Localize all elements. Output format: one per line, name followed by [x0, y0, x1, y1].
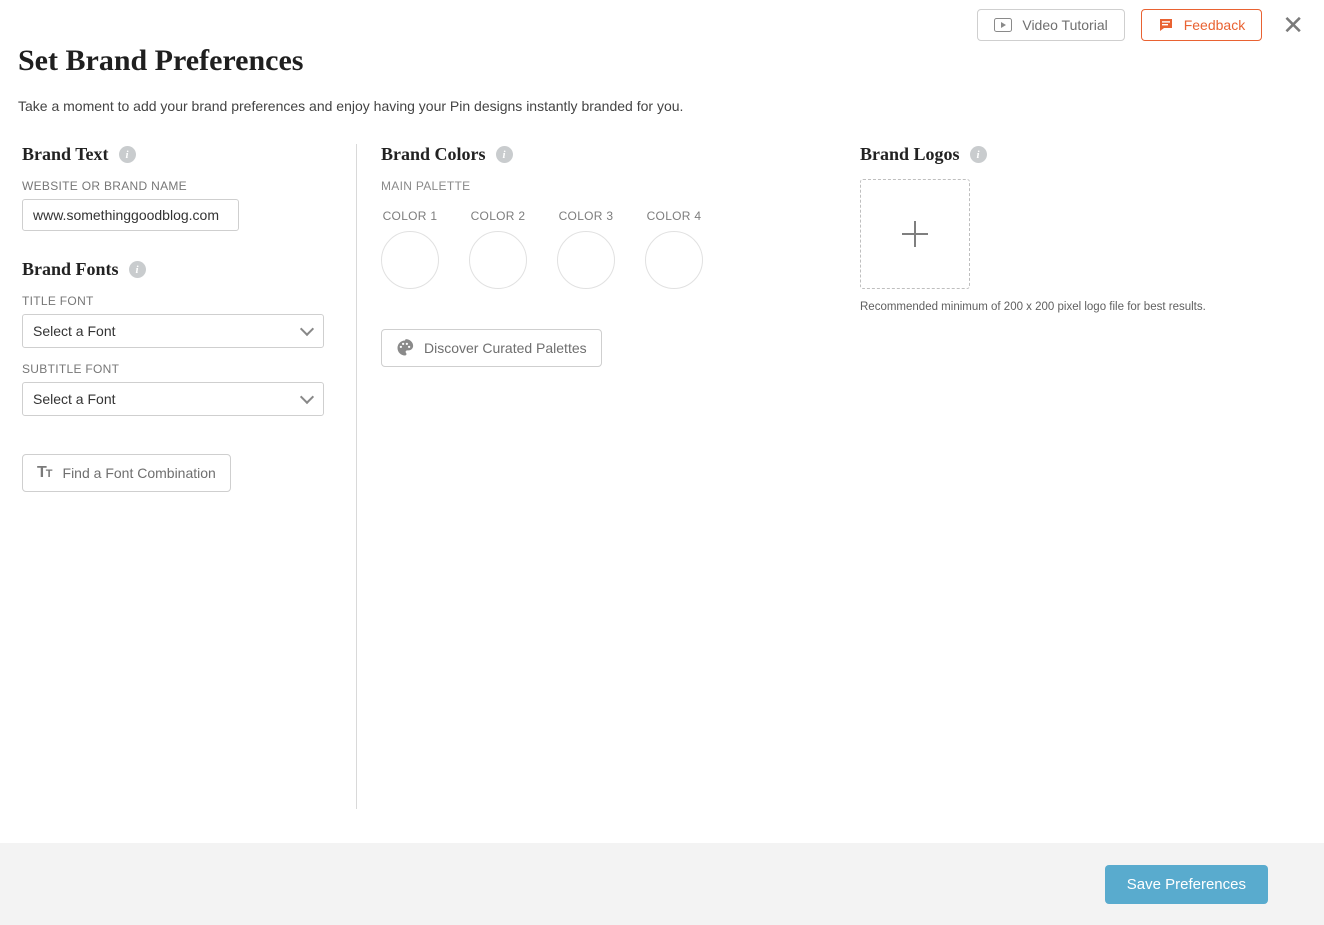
- feedback-button[interactable]: Feedback: [1141, 9, 1262, 41]
- color-swatch-2[interactable]: [469, 231, 527, 289]
- find-font-combination-label: Find a Font Combination: [63, 465, 216, 481]
- discover-palettes-button[interactable]: Discover Curated Palettes: [381, 329, 602, 367]
- brand-colors-heading: Brand Colors: [381, 144, 486, 165]
- page-subtitle: Take a moment to add your brand preferen…: [18, 98, 1324, 114]
- video-tutorial-label: Video Tutorial: [1022, 17, 1107, 33]
- color-swatch-1[interactable]: [381, 231, 439, 289]
- color-swatch-4[interactable]: [645, 231, 703, 289]
- chat-icon: [1158, 17, 1174, 33]
- color-swatch-label: COLOR 4: [647, 209, 702, 223]
- title-font-label: TITLE FONT: [22, 294, 326, 308]
- title-font-select[interactable]: [22, 314, 324, 348]
- play-screen-icon: [994, 18, 1012, 32]
- brand-text-column: Brand Text i WEBSITE OR BRAND NAME Brand…: [22, 144, 356, 809]
- logo-upload-dropzone[interactable]: [860, 179, 970, 289]
- brand-fonts-heading: Brand Fonts: [22, 259, 119, 280]
- brand-logos-column: Brand Logos i Recommended minimum of 200…: [840, 144, 1302, 809]
- save-preferences-button[interactable]: Save Preferences: [1105, 865, 1268, 904]
- find-font-combination-button[interactable]: TT Find a Font Combination: [22, 454, 231, 492]
- subtitle-font-select[interactable]: [22, 382, 324, 416]
- brand-colors-column: Brand Colors i MAIN PALETTE COLOR 1 COLO…: [356, 144, 840, 809]
- close-icon[interactable]: ✕: [1278, 12, 1308, 38]
- video-tutorial-button[interactable]: Video Tutorial: [977, 9, 1124, 41]
- color-swatch-label: COLOR 3: [559, 209, 614, 223]
- info-icon[interactable]: i: [496, 146, 513, 163]
- page-title: Set Brand Preferences: [18, 44, 1324, 78]
- logo-hint: Recommended minimum of 200 x 200 pixel l…: [860, 299, 1272, 315]
- feedback-label: Feedback: [1184, 17, 1245, 33]
- website-label: WEBSITE OR BRAND NAME: [22, 179, 326, 193]
- brand-logos-heading: Brand Logos: [860, 144, 960, 165]
- subtitle-font-label: SUBTITLE FONT: [22, 362, 326, 376]
- main-palette-label: MAIN PALETTE: [381, 179, 810, 193]
- footer: Save Preferences: [0, 843, 1324, 925]
- color-swatch-label: COLOR 2: [471, 209, 526, 223]
- color-swatch-3[interactable]: [557, 231, 615, 289]
- info-icon[interactable]: i: [129, 261, 146, 278]
- website-input[interactable]: [22, 199, 239, 231]
- info-icon[interactable]: i: [119, 146, 136, 163]
- brand-text-heading: Brand Text: [22, 144, 109, 165]
- discover-palettes-label: Discover Curated Palettes: [424, 340, 587, 356]
- info-icon[interactable]: i: [970, 146, 987, 163]
- font-size-icon: TT: [37, 464, 53, 482]
- plus-icon: [902, 221, 928, 247]
- palette-icon: [396, 339, 414, 357]
- color-swatch-label: COLOR 1: [383, 209, 438, 223]
